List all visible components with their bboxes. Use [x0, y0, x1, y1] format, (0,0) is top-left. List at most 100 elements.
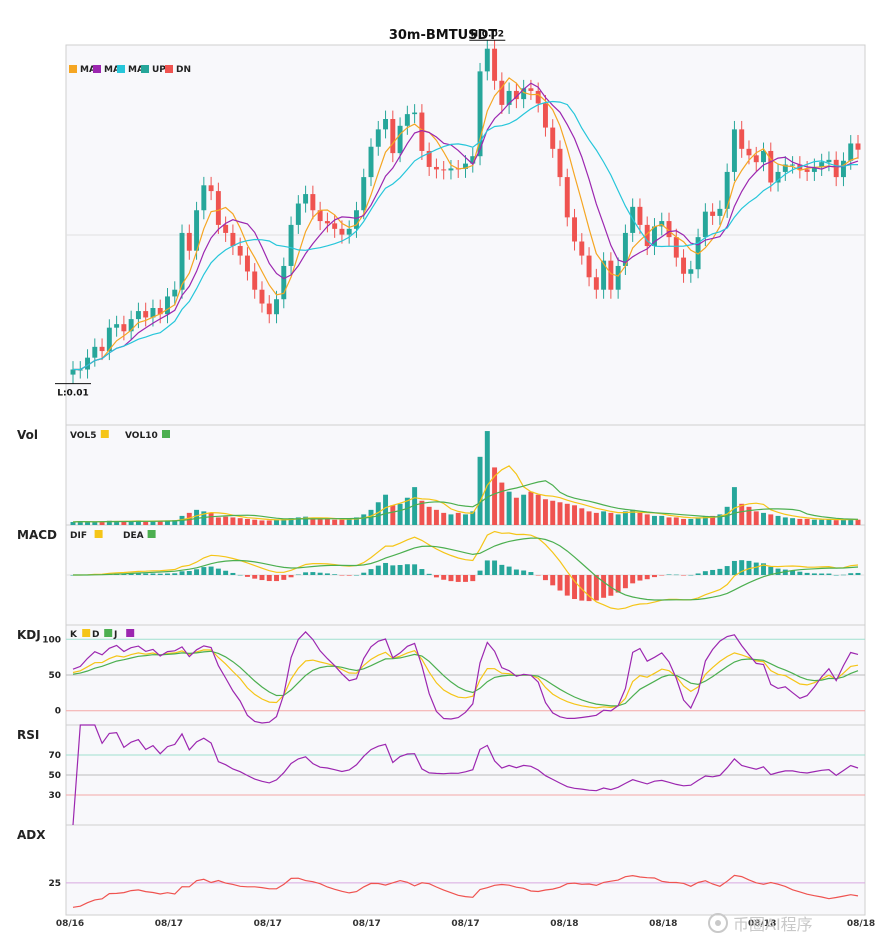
candle-body [761, 150, 766, 163]
volume-bar [652, 515, 657, 525]
macd-bar [644, 575, 650, 580]
volume-bar [397, 503, 403, 525]
candle-body [855, 143, 861, 150]
candle-body [274, 299, 279, 315]
y-tick-label: 100 [42, 635, 61, 645]
candle-body [840, 160, 846, 178]
price-legend-swatch [165, 65, 173, 73]
candle-body [70, 369, 76, 375]
macd-bar [186, 571, 192, 575]
vol-legend-label: VOL5 [70, 431, 96, 441]
volume-bar [601, 511, 607, 525]
candle-body [717, 208, 723, 216]
macd-bar [681, 575, 687, 576]
volume-bar [819, 519, 825, 525]
candle-body [528, 88, 534, 91]
macd-bar [819, 573, 825, 575]
macd-bar [274, 575, 279, 582]
macd-bar [157, 573, 163, 575]
volume-bar [513, 497, 519, 525]
candle-body [637, 206, 643, 225]
macd-bar [775, 568, 781, 575]
macd-bar [201, 567, 207, 575]
panel-label-vol: Vol [17, 428, 38, 442]
volume-bar [499, 482, 505, 525]
candle-body [215, 191, 221, 225]
macd-bar [441, 575, 447, 580]
x-tick-label: 08/18 [847, 919, 875, 929]
macd-legend-label: DEA [123, 531, 144, 541]
candle-body [339, 228, 345, 235]
candle-body [266, 303, 272, 315]
volume-bar [92, 521, 98, 525]
candle-body [550, 127, 556, 149]
macd-bar [448, 575, 454, 582]
volume-bar [775, 515, 781, 525]
candle-body [572, 217, 577, 242]
candle-body [542, 103, 548, 128]
macd-bar [499, 564, 505, 575]
macd-bar [753, 562, 759, 575]
volume-bar [855, 519, 861, 525]
vol-legend-swatch [162, 430, 170, 438]
x-tick-label: 08/16 [56, 919, 84, 929]
macd-bar [266, 575, 272, 582]
macd-bar [840, 574, 846, 576]
macd-bar [848, 573, 854, 575]
volume-bar [237, 518, 243, 525]
volume-bar [506, 491, 512, 525]
volume-bar [833, 520, 839, 525]
price-legend-swatch [93, 65, 101, 73]
macd-bar [412, 564, 418, 575]
price-legend-swatch [69, 65, 77, 73]
candle-body [332, 223, 338, 229]
price-legend-swatch [117, 65, 125, 73]
y-tick-label: 50 [48, 771, 61, 781]
candle-body [492, 48, 498, 81]
macd-bar [470, 575, 476, 582]
candle-body [397, 125, 403, 154]
macd-bar [433, 575, 439, 578]
volume-bar [557, 502, 563, 525]
macd-bar [455, 575, 461, 582]
candle-body [557, 148, 563, 178]
candle-body [404, 114, 410, 126]
macd-bar [179, 571, 185, 575]
macd-bar [259, 575, 265, 581]
volume-bar [383, 494, 389, 525]
macd-bar [404, 564, 410, 575]
macd-legend-swatch [147, 530, 156, 538]
candle-body [448, 168, 454, 171]
candle-body [731, 129, 737, 172]
macd-bar [150, 573, 156, 575]
candle-body [99, 346, 105, 352]
macd-bar [244, 575, 250, 577]
volume-bar [244, 518, 250, 525]
candle-body [288, 224, 294, 266]
volume-bar [673, 517, 679, 525]
candle-body [361, 177, 367, 211]
macd-bar [165, 573, 170, 575]
candle-body [244, 255, 250, 272]
macd-bar [208, 566, 214, 575]
chart: 30m-BMTUSDT 10050070503025VolMACDKDJRSIA… [17, 28, 875, 934]
volume-bar [746, 506, 752, 525]
volume-bar [274, 519, 279, 525]
candle-body [746, 148, 752, 156]
candle-body [208, 185, 214, 192]
candle-body [702, 211, 708, 238]
macd-bar [659, 575, 665, 576]
macd-bar [230, 572, 236, 575]
vol-legend-swatch [100, 430, 109, 438]
price-legend-swatch [141, 65, 149, 73]
candle-body [390, 118, 396, 154]
volume-bar [121, 521, 127, 525]
macd-bar [332, 574, 338, 575]
macd-bar [361, 572, 367, 575]
panel-frame-vol [65, 424, 866, 526]
candle-body [710, 211, 716, 216]
volume-bar [419, 500, 425, 525]
watermark [708, 913, 728, 933]
x-tick-label: 08/17 [254, 919, 282, 929]
macd-bar [426, 573, 432, 575]
